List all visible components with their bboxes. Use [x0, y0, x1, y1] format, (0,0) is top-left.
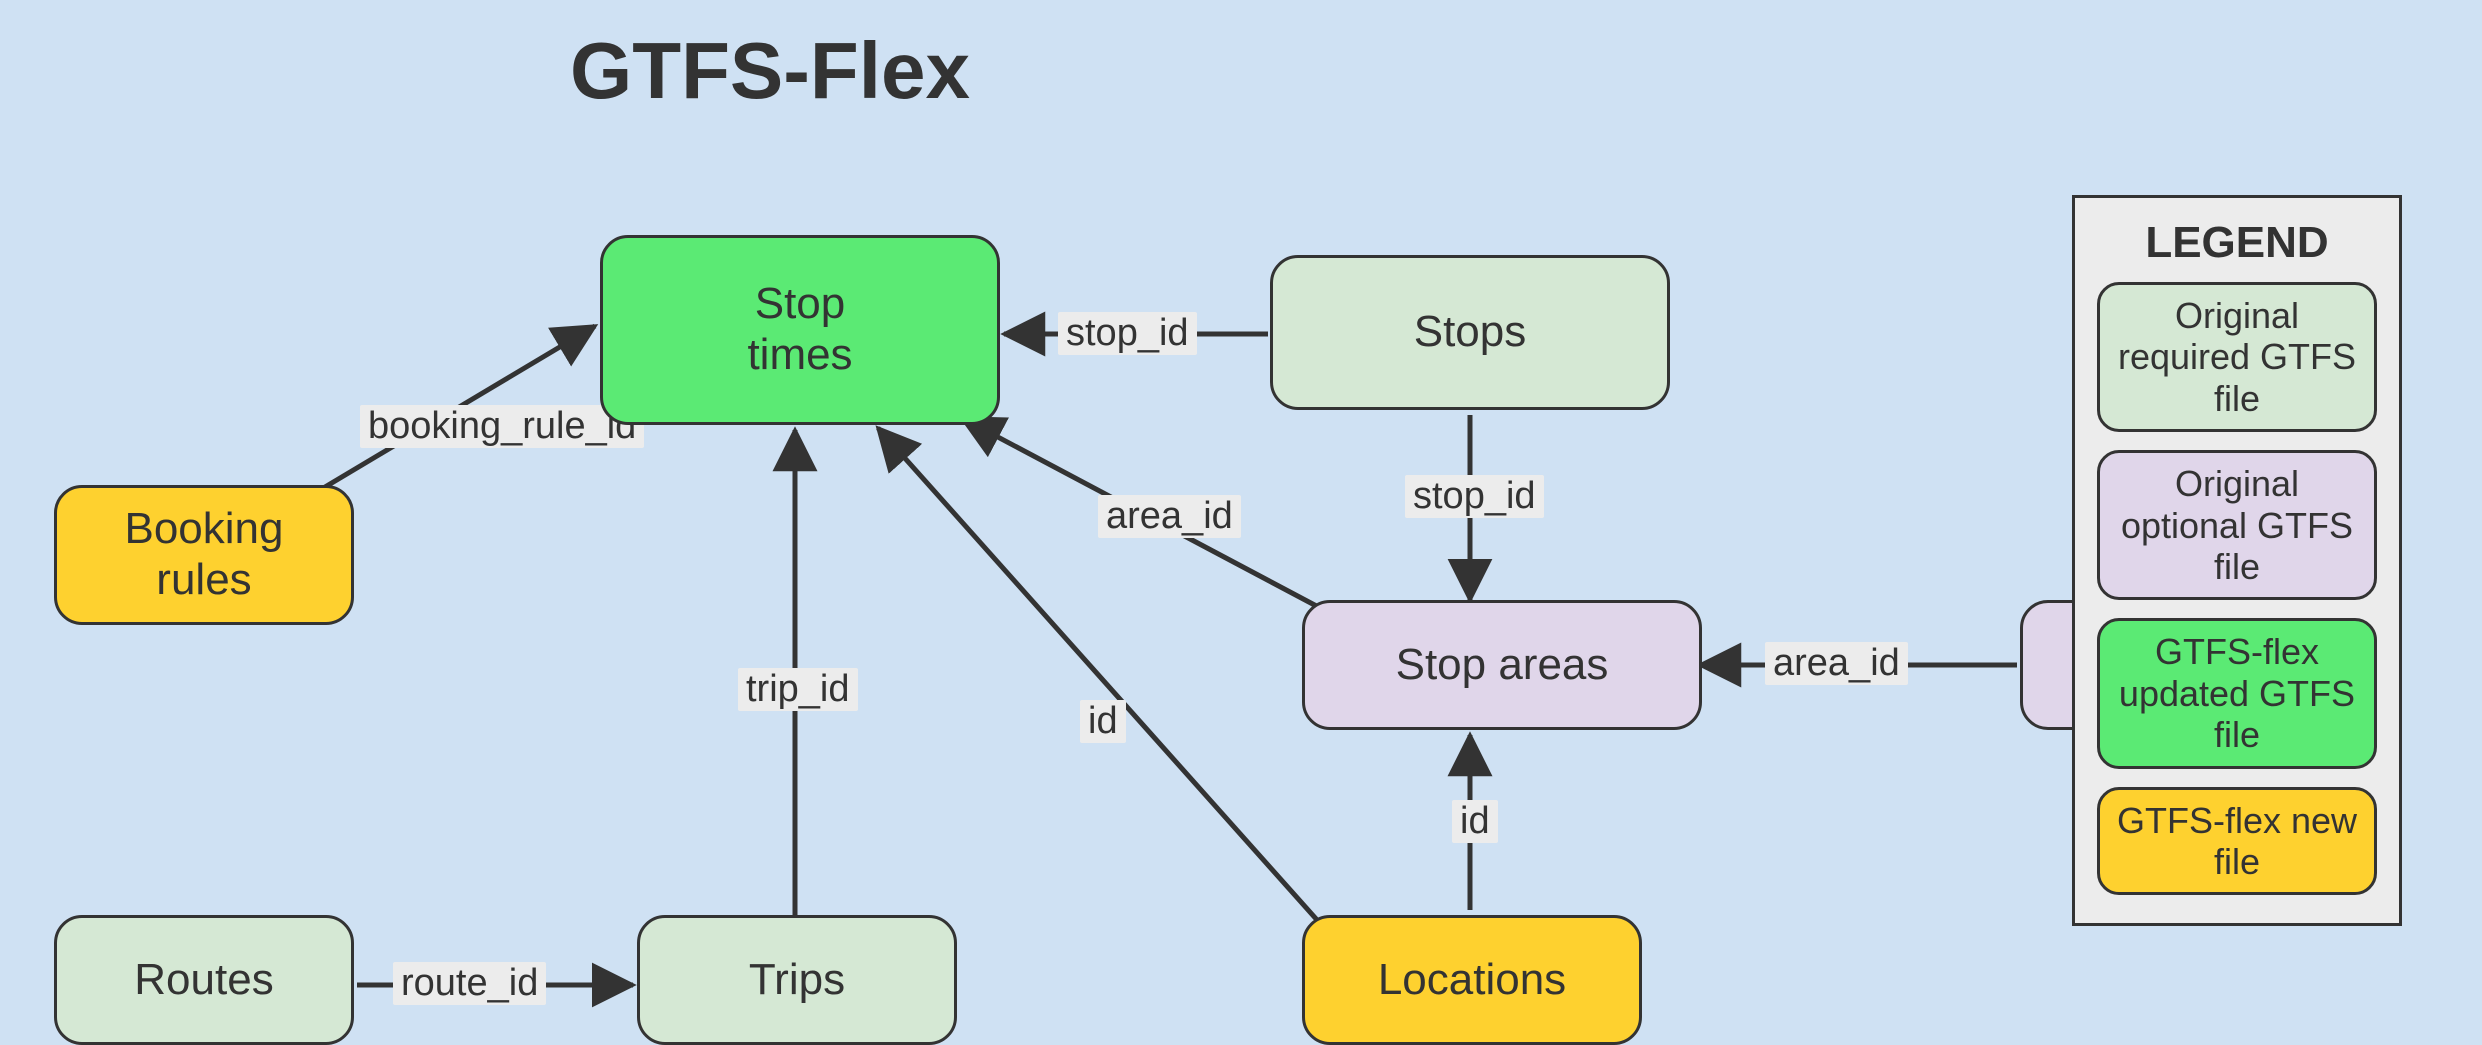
node-stops-label: Stops	[1414, 307, 1527, 358]
node-routes-label: Routes	[134, 955, 273, 1006]
legend-item-new: GTFS-flex new file	[2097, 787, 2377, 896]
legend-item-new-label: GTFS-flex new file	[2117, 800, 2357, 882]
node-routes: Routes	[54, 915, 354, 1045]
node-trips: Trips	[637, 915, 957, 1045]
label-booking-rule-id: booking_rule_id	[360, 405, 644, 448]
diagram-title: GTFS-Flex	[0, 25, 1540, 117]
legend-item-updated: GTFS-flex updated GTFS file	[2097, 618, 2377, 768]
label-stop-id-top: stop_id	[1058, 312, 1197, 355]
node-booking-rules: Booking rules	[54, 485, 354, 625]
node-booking-rules-label: Booking rules	[124, 504, 283, 605]
legend-item-required: Original required GTFS file	[2097, 282, 2377, 432]
node-locations-label: Locations	[1378, 955, 1566, 1006]
legend-item-updated-label: GTFS-flex updated GTFS file	[2119, 631, 2355, 755]
node-stop-areas-label: Stop areas	[1396, 640, 1609, 691]
label-trip-id: trip_id	[738, 668, 858, 711]
label-id-left: id	[1080, 700, 1126, 743]
legend-title: LEGEND	[2097, 218, 2377, 268]
node-stops: Stops	[1270, 255, 1670, 410]
legend-item-optional: Original optional GTFS file	[2097, 450, 2377, 600]
node-stop-times: Stop times	[600, 235, 1000, 425]
node-stop-times-label: Stop times	[747, 279, 852, 380]
node-locations: Locations	[1302, 915, 1642, 1045]
label-area-id-right: area_id	[1765, 642, 1908, 685]
node-trips-label: Trips	[749, 955, 845, 1006]
legend-item-optional-label: Original optional GTFS file	[2121, 463, 2353, 587]
legend-panel: LEGEND Original required GTFS file Origi…	[2072, 195, 2402, 926]
label-stop-id-down: stop_id	[1405, 475, 1544, 518]
label-id-down: id	[1452, 800, 1498, 843]
label-route-id: route_id	[393, 962, 546, 1005]
node-stop-areas: Stop areas	[1302, 600, 1702, 730]
label-area-id-left: area_id	[1098, 495, 1241, 538]
legend-item-required-label: Original required GTFS file	[2118, 295, 2356, 419]
